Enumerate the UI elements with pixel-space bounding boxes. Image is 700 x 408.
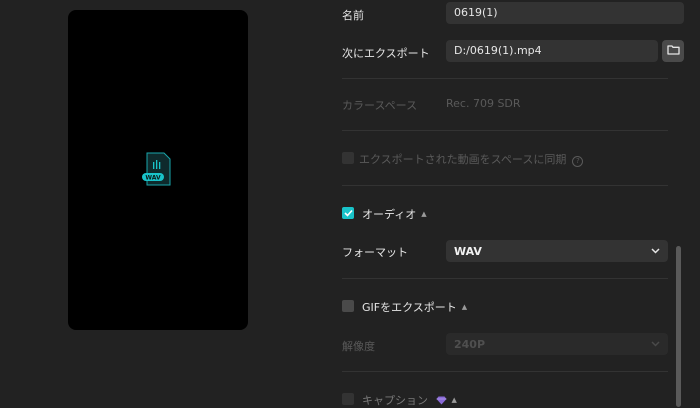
color-space-label: カラースペース (342, 99, 418, 112)
audio-checkbox[interactable] (342, 207, 354, 219)
divider (342, 371, 668, 372)
gif-label: GIFをエクスポート (362, 301, 457, 314)
caption-section-header[interactable]: キャプション ▲ (362, 392, 457, 408)
resolution-label: 解像度 (342, 340, 375, 353)
preview-panel: WAV (68, 10, 248, 330)
export-to-label: 次にエクスポート (342, 47, 430, 60)
gif-checkbox[interactable] (342, 300, 354, 312)
chevron-down-icon (651, 341, 660, 347)
help-icon[interactable]: ? (572, 156, 584, 167)
scrollbar[interactable] (676, 246, 681, 407)
chevron-down-icon (651, 248, 660, 254)
color-space-value: Rec. 709 SDR (446, 97, 521, 110)
chevron-up-icon: ▲ (421, 210, 427, 218)
audio-section-header[interactable]: オーディオ ▲ (362, 206, 427, 222)
gif-section-header[interactable]: GIFをエクスポート ▲ (362, 299, 467, 315)
format-label: フォーマット (342, 246, 408, 259)
audio-label: オーディオ (362, 208, 417, 221)
sync-space-checkbox[interactable] (342, 152, 354, 164)
export-path-input[interactable]: D:/0619(1).mp4 (446, 40, 658, 62)
divider (342, 278, 668, 279)
chevron-up-icon: ▲ (461, 303, 468, 311)
sync-space-label: エクスポートされた動画をスペースに同期 (359, 153, 567, 166)
check-icon (343, 209, 353, 217)
name-input[interactable]: 0619(1) (446, 2, 684, 24)
audio-file-icon: WAV (142, 152, 172, 186)
divider (342, 78, 668, 79)
wav-badge-label: WAV (145, 174, 161, 181)
caption-label: キャプション (362, 394, 428, 407)
premium-diamond-icon (436, 396, 446, 405)
sync-space-row: エクスポートされた動画をスペースに同期? (359, 151, 584, 167)
browse-folder-button[interactable] (662, 40, 684, 62)
divider (342, 130, 668, 131)
gif-resolution-value: 240P (454, 337, 486, 351)
gif-resolution-select[interactable]: 240P (446, 333, 668, 355)
audio-format-value: WAV (454, 244, 482, 258)
chevron-up-icon: ▲ (451, 396, 457, 404)
folder-icon (666, 44, 680, 58)
caption-checkbox[interactable] (342, 393, 354, 405)
name-label: 名前 (342, 9, 364, 22)
divider (342, 185, 668, 186)
audio-format-select[interactable]: WAV (446, 240, 668, 262)
